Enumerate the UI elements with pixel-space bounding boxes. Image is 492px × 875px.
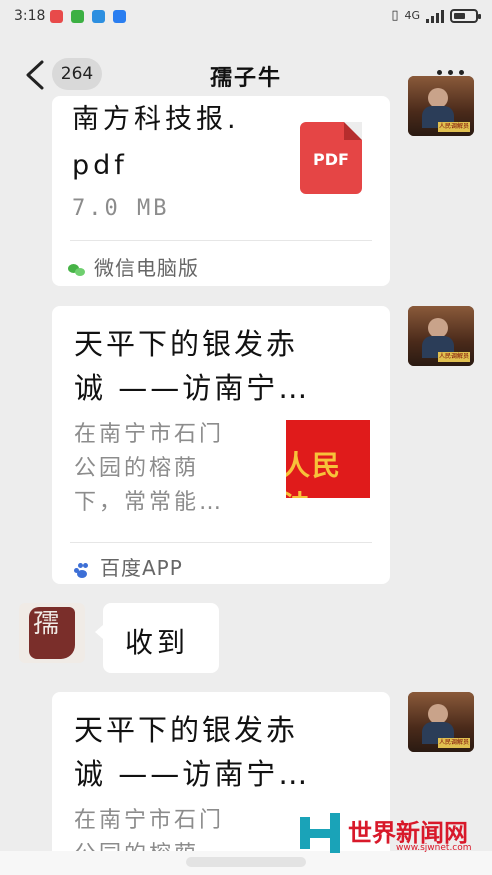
- contact-avatar[interactable]: 人民调解员: [408, 76, 474, 136]
- avatar-plate: 人民调解员: [438, 352, 470, 362]
- file-name: 南方科技报. pdf: [72, 100, 240, 186]
- pdf-label: PDF: [313, 150, 349, 169]
- avatar-plate: 人民调解员: [438, 738, 470, 748]
- file-name-line: 南方科技报.: [72, 104, 240, 135]
- more-options-icon[interactable]: [437, 70, 464, 75]
- contact-avatar[interactable]: 人民调解员: [408, 306, 474, 366]
- baidu-paw-icon: [74, 562, 90, 578]
- text-message-bubble[interactable]: 收到: [95, 603, 219, 673]
- watermark-logo-icon: [300, 811, 344, 855]
- status-right: ▯ 4G: [391, 8, 481, 23]
- network-label: 4G: [404, 9, 420, 22]
- article-thumbnail: 人民法: [286, 420, 370, 498]
- card-divider: [70, 542, 372, 543]
- app-notification-icon: [50, 10, 63, 23]
- article-desc-line: 在南宁市石门: [74, 422, 225, 447]
- watermark: 世界新闻网 www.sjwnet.com: [300, 811, 480, 859]
- file-source: 微信电脑版: [68, 252, 199, 281]
- app-notification-icon: [113, 10, 126, 23]
- message-text: 收到: [125, 626, 190, 659]
- watermark-url: www.sjwnet.com: [396, 843, 472, 853]
- thumbnail-text: 人民法: [286, 449, 343, 498]
- status-bar: 3:18 ▯ 4G: [0, 0, 492, 34]
- article-desc-line: 下，常常能…: [74, 490, 225, 515]
- article-title: 天平下的银发赤 诚 ——访南宁…: [74, 324, 310, 408]
- article-desc-line: 在南宁市石门: [74, 808, 225, 833]
- article-title-line: 诚 ——访南宁…: [74, 757, 311, 791]
- signal-icon: [426, 9, 444, 23]
- article-source-label: 百度APP: [100, 556, 183, 580]
- article-desc-line: 公园的榕荫: [74, 456, 200, 481]
- vibrate-icon: ▯: [391, 8, 399, 23]
- file-size: 7.0 MB: [72, 196, 170, 221]
- article-title: 天平下的银发赤 诚 ——访南宁…: [74, 710, 310, 794]
- article-description: 在南宁市石门 公园的榕荫 下，常常能…: [74, 418, 224, 520]
- notification-icons: [50, 10, 126, 23]
- article-source: 百度APP: [74, 552, 183, 581]
- wechat-notification-icon: [71, 10, 84, 23]
- article-title-line: 天平下的银发赤: [74, 327, 299, 361]
- status-time: 3:18: [14, 8, 46, 24]
- file-name-line: pdf: [72, 150, 128, 181]
- article-message-card[interactable]: 天平下的银发赤 诚 ——访南宁… 在南宁市石门 公园的榕荫 下，常常能… 人民法…: [52, 306, 390, 584]
- seal-glyph: 孺: [33, 609, 60, 639]
- self-avatar[interactable]: 孺: [19, 603, 85, 663]
- card-divider: [70, 240, 372, 241]
- avatar-plate: 人民调解员: [438, 122, 470, 132]
- file-source-label: 微信电脑版: [94, 256, 199, 280]
- app-notification-icon: [92, 10, 105, 23]
- contact-avatar[interactable]: 人民调解员: [408, 692, 474, 752]
- article-title-line: 天平下的银发赤: [74, 713, 299, 747]
- battery-icon: [450, 8, 481, 23]
- pdf-file-icon: PDF: [300, 122, 362, 194]
- article-title-line: 诚 ——访南宁…: [74, 371, 311, 405]
- wechat-icon: [68, 263, 86, 277]
- file-message-card[interactable]: 南方科技报. pdf 7.0 MB PDF 微信电脑版: [52, 96, 390, 286]
